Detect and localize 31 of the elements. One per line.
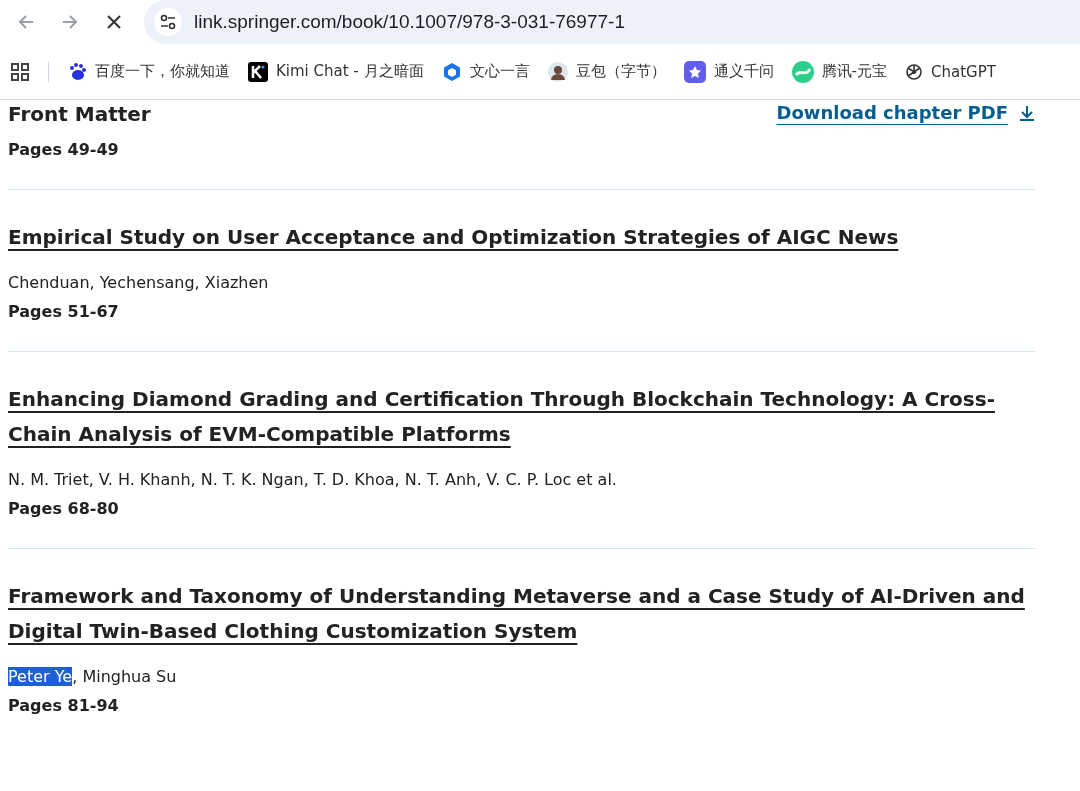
site-info-button[interactable]: [154, 8, 182, 36]
chapter-title-link[interactable]: Enhancing Diamond Grading and Certification Through Blockchain Technology: A Cross-Chain Analysis of EVM-Compatible Platforms: [8, 382, 1036, 452]
chapter-title: Front Matter: [8, 102, 151, 126]
url-text: link.springer.com/book/10.1007/978-3-031-76977-1: [194, 11, 625, 33]
cube-icon: [441, 61, 462, 82]
bookmark-item[interactable]: 文心一言: [441, 61, 530, 82]
bookmark-item[interactable]: ChatGPT: [905, 62, 996, 81]
swirl-icon: [791, 60, 814, 83]
author-list: Peter Ye, Minghua Su: [8, 667, 1036, 686]
bookmark-item[interactable]: 腾讯-元宝: [791, 60, 887, 83]
avatar-icon: [547, 61, 568, 82]
bookmark-item[interactable]: 百度一下，你就知道: [67, 61, 230, 82]
bookmark-item[interactable]: Kimi Chat - 月之暗面: [248, 61, 424, 82]
author-list: Chenduan, Yechensang, Xiazhen: [8, 273, 1036, 292]
page-range: Pages 49-49: [8, 140, 120, 159]
page-range: Pages 68-80: [8, 499, 120, 518]
download-pdf-link[interactable]: Download chapter PDF: [776, 102, 1036, 123]
apps-grid-icon[interactable]: [10, 61, 30, 82]
download-icon: [1018, 103, 1036, 122]
k-logo-icon: [248, 61, 268, 82]
page-range: Pages 51-67: [8, 302, 120, 321]
bookmark-item[interactable]: 通义千问: [683, 60, 774, 83]
author-list: N. M. Triet, V. H. Khanh, N. T. K. Ngan, T. D. Khoa, N. T. Anh, V. C. P. Loc et al.: [8, 470, 1036, 489]
chapter-title-link[interactable]: Framework and Taxonomy of Understanding Metaverse and a Case Study of AI-Driven and Digital Twin-Based Clothing Customization System: [8, 579, 1036, 649]
tune-icon: [159, 13, 177, 31]
chapter-title-link[interactable]: Empirical Study on User Acceptance and Optimization Strategies of AIGC News: [8, 220, 1036, 255]
bookmark-item[interactable]: 豆包（字节）: [547, 61, 666, 82]
page-range: Pages 81-94: [8, 696, 120, 715]
close-icon: [105, 13, 123, 31]
address-bar[interactable]: link.springer.com/book/10.1007/978-3-031-76977-1: [144, 0, 1080, 44]
paw-icon: [67, 61, 87, 82]
